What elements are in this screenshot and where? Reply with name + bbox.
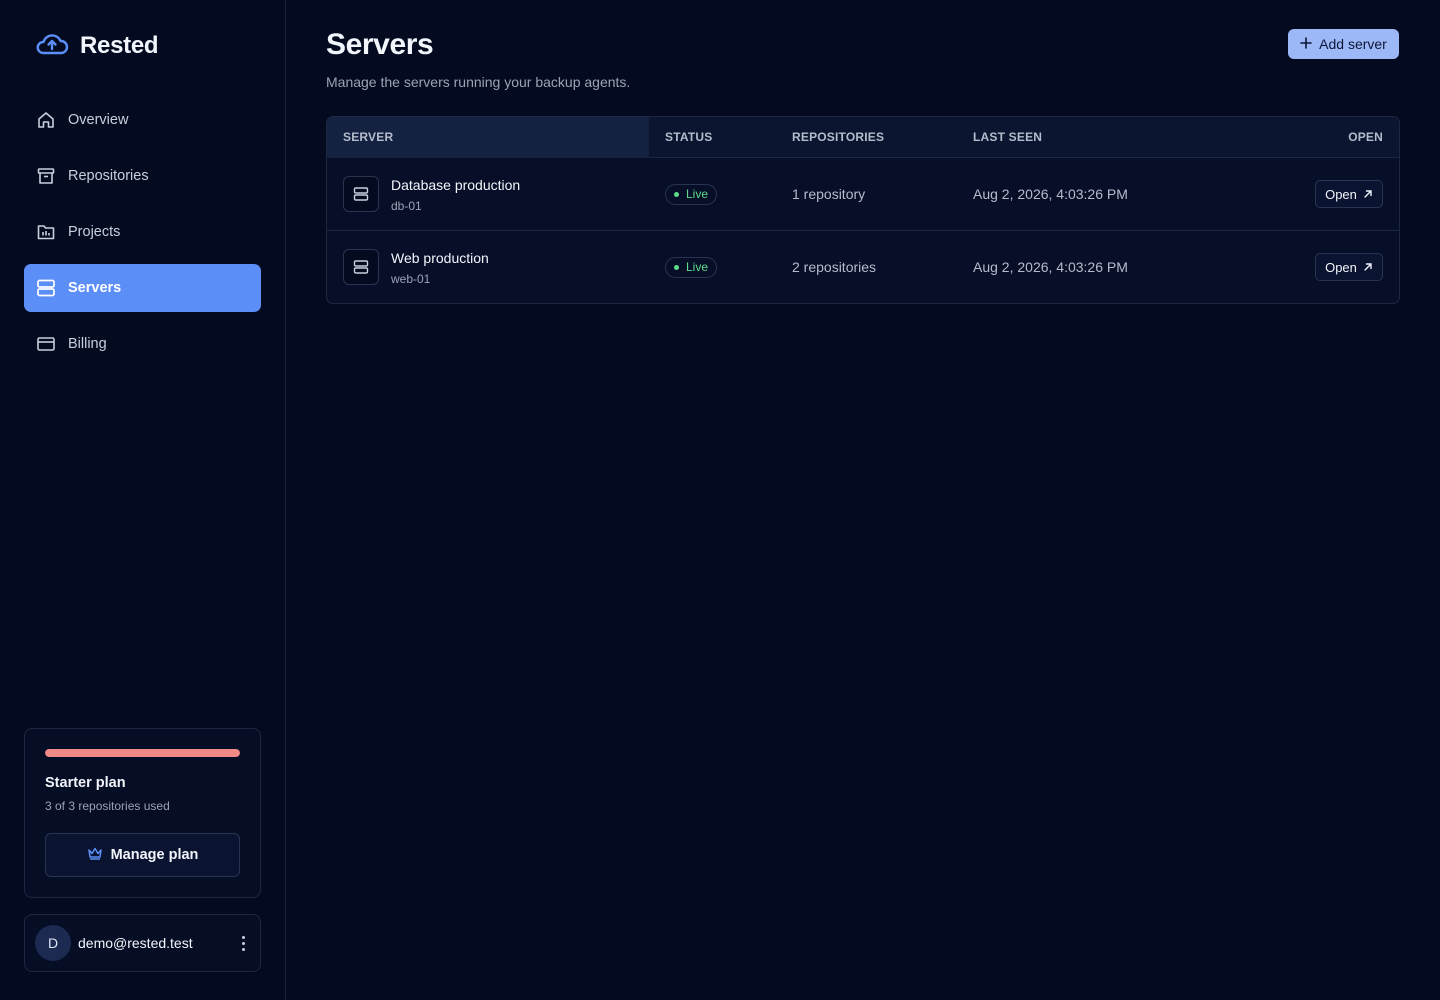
column-header-last-seen[interactable]: LAST SEEN: [973, 130, 1042, 144]
open-server-button[interactable]: Open: [1315, 253, 1383, 281]
credit-card-icon: [36, 334, 56, 354]
status-badge: Live: [665, 184, 718, 205]
external-arrow-icon: [1363, 187, 1373, 202]
last-seen: Aug 2, 2026, 4:03:26 PM: [973, 186, 1128, 202]
add-server-button[interactable]: Add server: [1288, 29, 1399, 59]
home-icon: [36, 110, 56, 130]
table-header: SERVER STATUS REPOSITORIES LAST SEEN OPE…: [327, 117, 1399, 158]
sidebar-item-repositories[interactable]: Repositories: [24, 152, 261, 200]
sidebar-item-overview[interactable]: Overview: [24, 96, 261, 144]
sidebar-item-label: Servers: [68, 280, 122, 296]
server-name: Database production: [391, 177, 521, 193]
open-server-button[interactable]: Open: [1315, 180, 1383, 208]
table-row[interactable]: Database production db-01 Live 1 reposit…: [327, 158, 1399, 231]
server-icon: [343, 249, 379, 285]
column-header-server[interactable]: SERVER: [343, 130, 393, 144]
plan-usage-bar: [45, 749, 240, 757]
column-header-open: OPEN: [1348, 130, 1383, 144]
manage-plan-label: Manage plan: [110, 847, 199, 863]
open-label: Open: [1325, 186, 1357, 202]
plan-usage-fill: [45, 749, 240, 757]
plan-card: Starter plan 3 of 3 repositories used Ma…: [24, 728, 261, 898]
server-host: web-01: [391, 272, 431, 286]
brand-name: Rested: [80, 31, 159, 59]
crown-icon: [87, 846, 103, 864]
external-arrow-icon: [1363, 260, 1373, 275]
plus-icon: [1300, 36, 1312, 52]
archive-icon: [36, 166, 56, 186]
sidebar-item-projects[interactable]: Projects: [24, 208, 261, 256]
main-content: Servers Manage the servers running your …: [286, 0, 1440, 1000]
user-email: demo@rested.test: [78, 935, 193, 951]
user-card[interactable]: D demo@rested.test: [24, 914, 261, 972]
sidebar-item-label: Repositories: [68, 168, 149, 184]
folder-chart-icon: [36, 222, 56, 242]
servers-table: SERVER STATUS REPOSITORIES LAST SEEN OPE…: [326, 116, 1400, 304]
column-header-status[interactable]: STATUS: [665, 130, 712, 144]
sidebar-item-label: Billing: [68, 336, 107, 352]
avatar: D: [35, 925, 71, 961]
kebab-menu-icon[interactable]: [236, 933, 250, 953]
repository-count: 2 repositories: [792, 259, 877, 275]
column-header-repositories[interactable]: REPOSITORIES: [792, 130, 884, 144]
sidebar: Rested Overview Repositories Projects Se…: [0, 0, 286, 1000]
cloud-logo-icon: [34, 28, 70, 63]
sidebar-item-label: Projects: [68, 224, 121, 240]
page-subtitle: Manage the servers running your backup a…: [326, 74, 631, 90]
plan-usage-text: 3 of 3 repositories used: [45, 799, 170, 813]
table-row[interactable]: Web production web-01 Live 2 repositorie…: [327, 231, 1399, 303]
status-badge: Live: [665, 257, 718, 278]
last-seen: Aug 2, 2026, 4:03:26 PM: [973, 259, 1128, 275]
open-label: Open: [1325, 259, 1357, 275]
sidebar-item-billing[interactable]: Billing: [24, 320, 261, 368]
repository-count: 1 repository: [792, 186, 866, 202]
page-title: Servers: [326, 28, 434, 61]
sidebar-item-servers[interactable]: Servers: [24, 264, 261, 312]
sidebar-item-label: Overview: [68, 112, 129, 128]
server-host: db-01: [391, 199, 422, 213]
server-icon: [36, 278, 56, 298]
sidebar-nav: Overview Repositories Projects Servers B…: [24, 96, 261, 376]
add-server-label: Add server: [1319, 36, 1387, 52]
server-icon: [343, 176, 379, 212]
brand[interactable]: Rested: [34, 28, 159, 63]
manage-plan-button[interactable]: Manage plan: [45, 833, 240, 877]
server-name: Web production: [391, 250, 489, 266]
plan-title: Starter plan: [45, 775, 126, 791]
